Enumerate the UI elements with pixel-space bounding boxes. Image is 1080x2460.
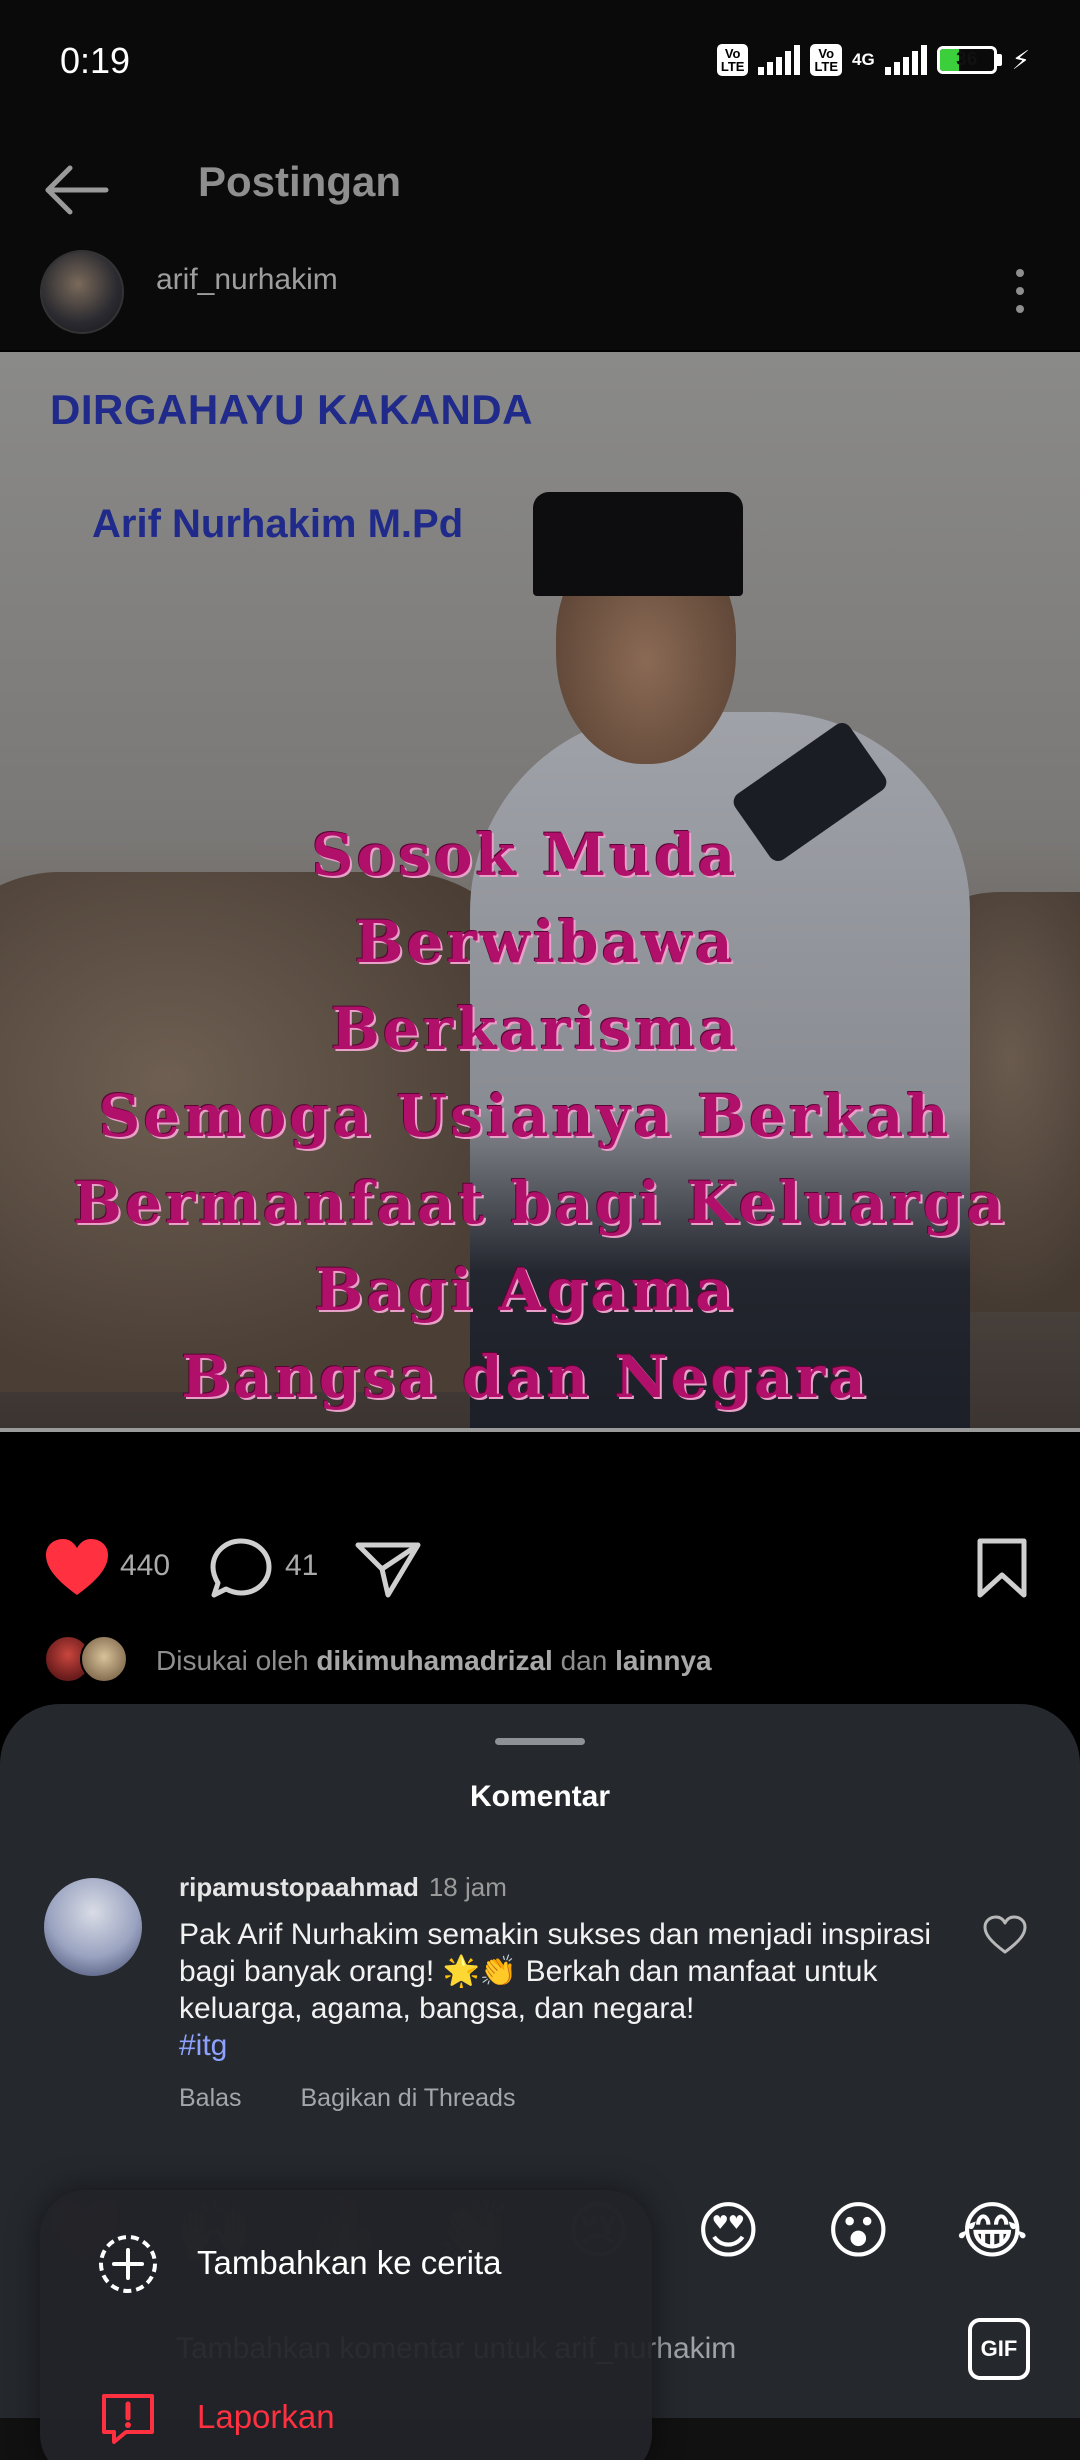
comment-icon[interactable] xyxy=(206,1535,276,1601)
comment-options-popup: Tambahkan ke cerita Laporkan xyxy=(40,2190,652,2460)
report-item[interactable]: Laporkan xyxy=(40,2366,652,2460)
comment-body: Pak Arif Nurhakim semakin sukses dan men… xyxy=(179,1916,939,2064)
add-circle-icon xyxy=(99,2235,157,2293)
emoji-laughing[interactable]: 😂 xyxy=(956,2192,1028,2272)
network-type: 4G xyxy=(852,50,875,69)
post-image[interactable]: DIRGAHAYU KAKANDA Arif Nurhakim M.Pd Sos… xyxy=(0,352,1080,1430)
commenter-username[interactable]: ripamustopaahmad xyxy=(179,1872,419,1902)
poster-username[interactable]: arif_nurhakim xyxy=(156,263,338,297)
more-options-icon[interactable] xyxy=(1000,256,1040,326)
liked-by-prefix: Disukai oleh xyxy=(156,1645,309,1676)
action-row: 440 41 xyxy=(0,1535,1080,1605)
liked-by-others[interactable]: lainnya xyxy=(615,1645,711,1676)
emoji-surprised[interactable]: 😮 xyxy=(826,2192,891,2272)
image-separator xyxy=(0,1428,1080,1432)
liker-avatar xyxy=(80,1635,128,1683)
comment-header: ripamustopaahmad 18 jam xyxy=(179,1872,507,1903)
peci-hat xyxy=(533,492,743,596)
like-count[interactable]: 440 xyxy=(120,1549,170,1583)
bookmark-icon[interactable] xyxy=(974,1535,1030,1601)
charging-icon: ⚡ xyxy=(1011,44,1030,75)
comment-text: Pak Arif Nurhakim semakin sukses dan men… xyxy=(179,1918,931,2025)
signal-icon-2 xyxy=(884,45,927,75)
greeting-line: Bagi Agama xyxy=(314,1256,736,1324)
report-label: Laporkan xyxy=(197,2398,335,2435)
like-heart-icon[interactable] xyxy=(42,1535,112,1601)
emoji-heart-eyes[interactable]: 😍 xyxy=(696,2192,761,2272)
commenter-avatar[interactable] xyxy=(44,1878,142,1976)
liked-by-row[interactable]: Disukai oleh dikimuhamadrizal dan lainny… xyxy=(44,1635,1044,1687)
greeting-line: Bangsa dan Negara xyxy=(181,1343,869,1411)
share-threads-button[interactable]: Bagikan di Threads xyxy=(301,2084,516,2112)
liked-by-avatars xyxy=(44,1635,134,1685)
image-name-text: Arif Nurhakim M.Pd xyxy=(92,502,464,546)
battery-level: 36 xyxy=(956,49,978,70)
liked-by-join: dan xyxy=(560,1645,608,1676)
comment-count[interactable]: 41 xyxy=(285,1549,318,1583)
report-icon xyxy=(102,2394,154,2444)
greeting-line: Semoga Usianya Berkah xyxy=(98,1082,952,1150)
back-arrow-icon[interactable] xyxy=(40,160,120,220)
add-to-story-item[interactable]: Tambahkan ke cerita xyxy=(40,2212,652,2312)
add-to-story-label: Tambahkan ke cerita xyxy=(197,2244,502,2281)
signal-icon xyxy=(758,45,801,75)
status-time: 0:19 xyxy=(60,40,131,81)
volte-icon: Vo LTE xyxy=(716,44,749,76)
volte-icon-2: Vo LTE xyxy=(810,44,843,76)
sheet-drag-handle[interactable] xyxy=(495,1738,585,1745)
comment-actions: Balas Bagikan di Threads xyxy=(179,2084,567,2113)
app-header: Postingan arif_nurhakim xyxy=(0,130,1080,350)
comment-like-heart-icon[interactable] xyxy=(982,1914,1028,1956)
liked-by-text: Disukai oleh dikimuhamadrizal dan lainny… xyxy=(156,1645,712,1677)
status-bar: 0:19 Vo LTE Vo LTE 4G 36 ⚡ xyxy=(0,0,1080,130)
status-icons: Vo LTE Vo LTE 4G 36 ⚡ xyxy=(716,44,1030,76)
battery-icon: 36 xyxy=(936,46,1002,74)
share-send-icon[interactable] xyxy=(352,1535,424,1601)
comment-hashtag[interactable]: #itg xyxy=(179,2029,227,2062)
comment-time: 18 jam xyxy=(428,1872,507,1902)
greeting-line: Sosok Muda xyxy=(311,821,739,889)
sheet-title: Komentar xyxy=(469,1780,611,1813)
greeting-line: Bermanfaat bagi Keluarga xyxy=(72,1169,1008,1237)
page-title: Postingan xyxy=(198,158,402,205)
image-title-text: DIRGAHAYU KAKANDA xyxy=(50,386,533,433)
image-greeting-lines: Sosok Muda Berwibawa Berkarisma Semoga U… xyxy=(0,812,1080,1421)
poster-avatar[interactable] xyxy=(40,250,124,334)
greeting-line: Berwibawa xyxy=(354,908,736,976)
gif-button[interactable]: GIF xyxy=(968,2318,1030,2380)
greeting-line: Berkarisma xyxy=(330,995,740,1063)
liked-by-user[interactable]: dikimuhamadrizal xyxy=(316,1645,553,1676)
reply-button[interactable]: Balas xyxy=(179,2084,242,2112)
